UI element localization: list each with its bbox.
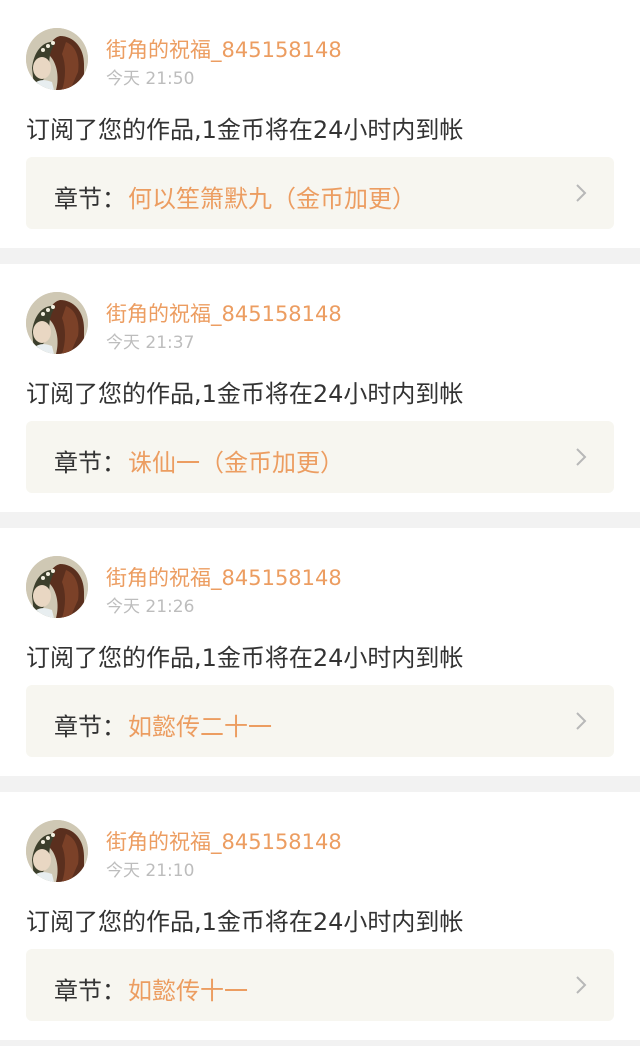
user-avatar-icon[interactable] [26,28,88,90]
timestamp: 今天 21:37 [106,333,195,353]
notification-card: 街角的祝福_845158148 今天 21:50 订阅了您的作品,1金币将在24… [0,0,640,248]
notification-message: 订阅了您的作品,1金币将在24小时内到帐 [26,380,464,408]
notification-card: 街角的祝福_845158148 今天 21:26 订阅了您的作品,1金币将在24… [0,528,640,776]
notification-message: 订阅了您的作品,1金币将在24小时内到帐 [26,644,464,672]
chevron-right-icon [574,711,588,731]
chapter-title: 何以笙箫默九（金币加更） [128,185,416,213]
chapter-label: 章节： [54,449,126,477]
chapter-link[interactable]: 章节： 如懿传二十一 [26,685,614,757]
username[interactable]: 街角的祝福_845158148 [106,826,342,856]
chevron-right-icon [574,975,588,995]
timestamp: 今天 21:26 [106,597,195,617]
chapter-label: 章节： [54,713,126,741]
chapter-title: 如懿传二十一 [128,713,272,741]
chapter-link[interactable]: 章节： 如懿传十一 [26,949,614,1021]
chapter-label: 章节： [54,977,126,1005]
chevron-right-icon [574,447,588,467]
user-avatar-icon[interactable] [26,292,88,354]
notification-card: 街角的祝福_845158148 今天 21:37 订阅了您的作品,1金币将在24… [0,264,640,512]
notification-message: 订阅了您的作品,1金币将在24小时内到帐 [26,908,464,936]
username[interactable]: 街角的祝福_845158148 [106,298,342,328]
username[interactable]: 街角的祝福_845158148 [106,562,342,592]
user-avatar-icon[interactable] [26,820,88,882]
chapter-link[interactable]: 章节： 何以笙箫默九（金币加更） [26,157,614,229]
user-avatar-icon[interactable] [26,556,88,618]
notification-card: 街角的祝福_845158148 今天 21:10 订阅了您的作品,1金币将在24… [0,792,640,1040]
chapter-title: 如懿传十一 [128,977,248,1005]
timestamp: 今天 21:50 [106,69,195,89]
chapter-label: 章节： [54,185,126,213]
notification-message: 订阅了您的作品,1金币将在24小时内到帐 [26,116,464,144]
chapter-link[interactable]: 章节： 诛仙一（金币加更） [26,421,614,493]
chapter-title: 诛仙一（金币加更） [128,449,344,477]
username[interactable]: 街角的祝福_845158148 [106,34,342,64]
chevron-right-icon [574,183,588,203]
notification-feed: 街角的祝福_845158148 今天 21:50 订阅了您的作品,1金币将在24… [0,0,640,1040]
timestamp: 今天 21:10 [106,861,195,881]
